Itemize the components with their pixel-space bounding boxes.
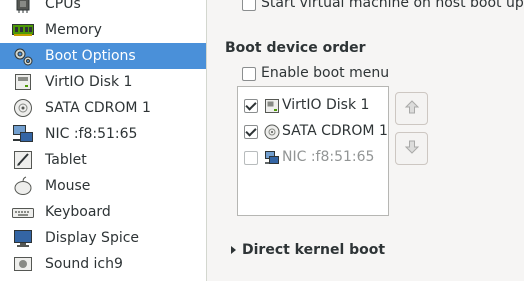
sidebar-item-nic[interactable]: NIC :f8:51:65 <box>0 121 206 147</box>
cdrom-icon <box>264 124 280 140</box>
sidebar-item-label: CPUs <box>45 0 81 12</box>
sidebar-item-label: Boot Options <box>45 48 136 64</box>
boot-device-label: NIC :f8:51:65 <box>282 149 375 165</box>
sidebar-item-label: Tablet <box>45 152 87 168</box>
list-item[interactable]: NIC :f8:51:65 <box>238 145 388 171</box>
sidebar-item-memory[interactable]: Memory <box>0 17 206 43</box>
sidebar-item-label: Memory <box>45 22 102 38</box>
arrow-down-icon <box>404 139 420 159</box>
move-down-button[interactable] <box>395 132 428 165</box>
vm-details-window: CPUs Memory Boot Options VirtIO Disk 1 S… <box>0 0 524 281</box>
sidebar-item-sound-ich9[interactable]: Sound ich9 <box>0 251 206 277</box>
sidebar-item-sata-cdrom-1[interactable]: SATA CDROM 1 <box>0 95 206 121</box>
autostart-label: Start virtual machine on host boot up <box>261 0 524 11</box>
boot-device-label: SATA CDROM 1 <box>282 123 388 139</box>
sidebar-item-display-spice[interactable]: Display Spice <box>0 225 206 251</box>
hardware-list: CPUs Memory Boot Options VirtIO Disk 1 S… <box>0 0 206 281</box>
sidebar-item-virtio-disk-1[interactable]: VirtIO Disk 1 <box>0 69 206 95</box>
boot-options-icon <box>12 46 34 66</box>
sidebar-item-label: VirtIO Disk 1 <box>45 74 133 90</box>
mouse-icon <box>12 176 34 196</box>
list-item[interactable]: SATA CDROM 1 <box>238 119 388 145</box>
sidebar-item-tablet[interactable]: Tablet <box>0 147 206 173</box>
sidebar-item-mouse[interactable]: Mouse <box>0 173 206 199</box>
sidebar-item-label: SATA CDROM 1 <box>45 100 151 116</box>
sidebar-item-cpus[interactable]: CPUs <box>0 0 206 17</box>
sidebar-item-label: NIC :f8:51:65 <box>45 126 138 142</box>
boot-device-list: VirtIO Disk 1 SATA CDROM 1 NIC:f8:51:65 <box>237 86 389 216</box>
sound-icon <box>12 254 34 274</box>
boot-device-label: VirtIO Disk 1 <box>282 97 370 113</box>
sidebar-item-label: Keyboard <box>45 204 111 220</box>
keyboard-icon <box>12 202 34 222</box>
network-icon <box>12 124 34 144</box>
sidebar-item-label: Display Spice <box>45 230 140 246</box>
cpu-icon <box>12 0 34 14</box>
boot-device-checkbox[interactable] <box>244 99 258 113</box>
disk-icon <box>12 72 34 92</box>
boot-device-checkbox[interactable] <box>244 151 258 165</box>
expander-arrow-icon <box>231 246 236 254</box>
network-icon <box>264 150 280 166</box>
boot-options-panel: Start virtual machine on host boot up Bo… <box>219 0 524 281</box>
display-icon <box>12 228 34 248</box>
cdrom-icon <box>12 98 34 118</box>
pane-divider[interactable] <box>206 0 219 281</box>
sidebar-item-boot-options[interactable]: Boot Options <box>0 43 206 69</box>
sidebar-item-label: Sound ich9 <box>45 256 123 272</box>
memory-icon <box>12 20 34 40</box>
sidebar-item-keyboard[interactable]: Keyboard <box>0 199 206 225</box>
enable-boot-menu-checkbox[interactable] <box>242 67 256 81</box>
list-item[interactable]: VirtIO Disk 1 <box>238 93 388 119</box>
arrow-up-icon <box>404 99 420 119</box>
boot-device-order-title: Boot device order <box>225 40 366 56</box>
enable-boot-menu-label: Enable boot menu <box>261 65 390 81</box>
move-up-button[interactable] <box>395 92 428 125</box>
direct-kernel-boot-expander[interactable]: Direct kernel boot <box>231 242 385 258</box>
direct-kernel-boot-label: Direct kernel boot <box>242 242 386 258</box>
autostart-checkbox[interactable] <box>242 0 256 11</box>
boot-device-checkbox[interactable] <box>244 125 258 139</box>
sidebar-item-label: Mouse <box>45 178 91 194</box>
tablet-icon <box>12 150 34 170</box>
disk-icon <box>264 98 280 114</box>
